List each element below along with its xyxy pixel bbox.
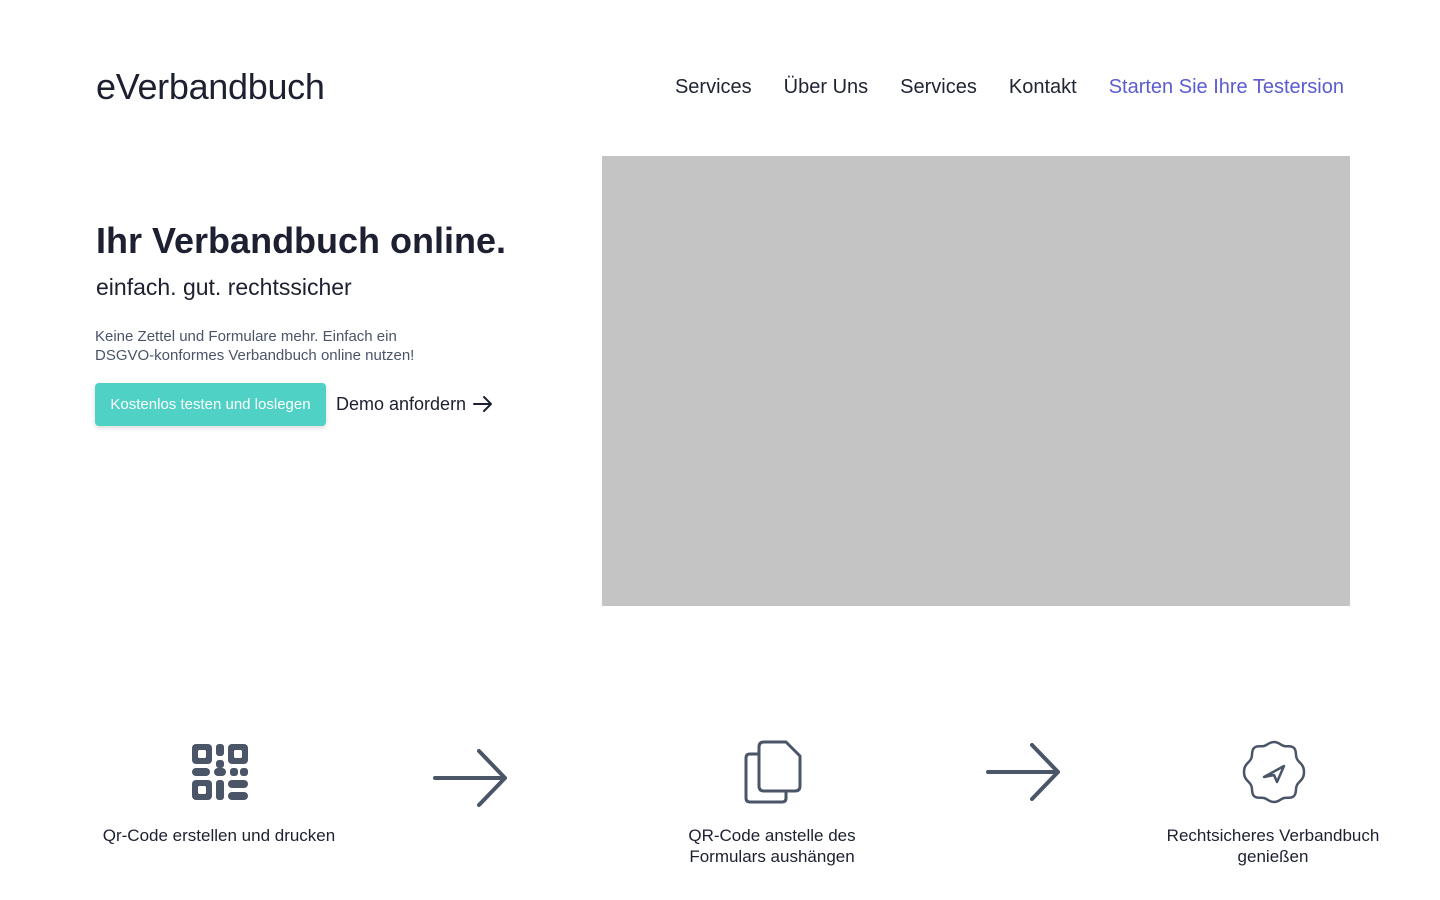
nav-item-contact[interactable]: Kontakt: [1009, 76, 1077, 99]
hero-subtitle: einfach. gut. rechtssicher: [96, 274, 352, 300]
hero-description: Keine Zettel und Formulare mehr. Einfach…: [95, 327, 475, 365]
step-label-create-qr: Qr-Code erstellen und drucken: [79, 825, 359, 846]
step-1-label-line-1: Qr-Code erstellen und drucken: [102, 826, 336, 845]
step-2-label-line-1: QR-Code anstelle des: [688, 826, 856, 845]
main-nav: Services Über Uns Services Kontakt Start…: [675, 76, 1344, 99]
qr-code-icon: [192, 744, 248, 800]
step-2-label-line-2: Formulars aushängen: [689, 847, 855, 866]
demo-request-label: Demo anfordern: [336, 393, 467, 414]
logo[interactable]: eVerbandbuch: [96, 66, 325, 108]
nav-item-services-2[interactable]: Services: [900, 76, 977, 99]
nav-item-about[interactable]: Über Uns: [784, 76, 868, 99]
hero-description-line-1: Keine Zettel und Formulare mehr. Einfach…: [95, 328, 397, 345]
copy-documents-icon: [744, 740, 802, 804]
step-label-enjoy: Rechtsicheres Verbandbuch genießen: [1133, 825, 1413, 867]
step-3-label-line-1: Rechtsicheres Verbandbuch: [1166, 826, 1380, 845]
free-trial-button[interactable]: Kostenlos testen und loslegen: [95, 383, 326, 426]
verified-badge-icon: [1242, 740, 1306, 804]
hero-description-line-2: DSGVO-konformes Verbandbuch online nutze…: [95, 347, 415, 364]
hero-image-placeholder: [602, 156, 1350, 606]
nav-item-services[interactable]: Services: [675, 76, 752, 99]
demo-request-button[interactable]: Demo anfordern: [336, 391, 494, 417]
flow-arrow-icon: [433, 749, 507, 807]
landing-page: eVerbandbuch Services Über Uns Services …: [0, 0, 1440, 900]
arrow-right-icon: [473, 396, 493, 412]
step-3-label-line-2: genießen: [1237, 847, 1309, 866]
nav-item-start-trial[interactable]: Starten Sie Ihre Testersion: [1109, 76, 1344, 99]
step-label-post-qr: QR-Code anstelle des Formulars aushängen: [640, 825, 904, 867]
hero-title: Ihr Verbandbuch online.: [96, 220, 507, 261]
flow-arrow-icon: [986, 743, 1060, 801]
